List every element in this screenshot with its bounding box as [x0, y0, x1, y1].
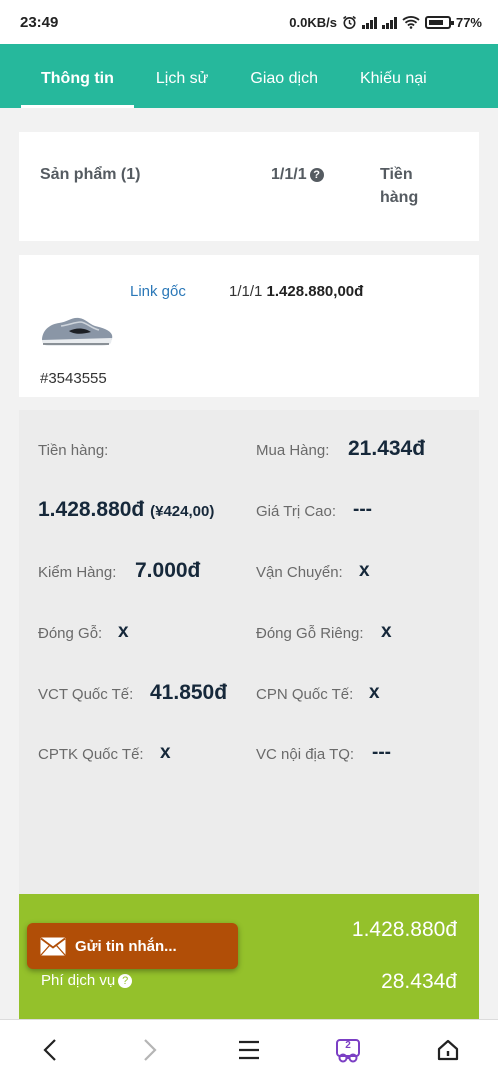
product-thumbnail[interactable] [39, 313, 115, 351]
quantity-header-label: 1/1/1 [271, 166, 307, 183]
home-button[interactable] [428, 1032, 468, 1068]
original-link[interactable]: Link gốc [130, 283, 186, 300]
battery-icon [424, 15, 454, 29]
private-wood-packing-value: x [381, 621, 392, 642]
amount-header-line1: Tiền [380, 166, 413, 183]
menu-icon [239, 1040, 259, 1060]
amount-header-line2: hàng [380, 189, 419, 206]
high-value-value: --- [353, 499, 372, 520]
purchase-fee-label: Mua Hàng: [256, 442, 330, 459]
product-table-header: Sản phẩm (1) 1/1/1? Tiền hàng [19, 132, 479, 241]
product-code: #3543555 [40, 370, 107, 387]
intl-saving-label: CPTK Quốc Tế: [38, 746, 144, 763]
product-count-header: Sản phẩm (1) [40, 166, 141, 183]
tabs-button[interactable]: 2 [328, 1032, 368, 1068]
goods-amount-value: 1.428.880đ (¥424,00) [38, 498, 214, 522]
goods-amount-vnd: 1.428.880đ [38, 498, 145, 521]
tab-transactions[interactable]: Giao dịch [229, 44, 339, 108]
status-indicators: 0.0KB/s 77% [289, 15, 482, 30]
wood-packing-value: x [118, 621, 129, 642]
shipping-value: x [359, 560, 370, 581]
product-row: Link gốc 1/1/1 1.428.880,00đ #3543555 [19, 255, 479, 397]
tab-info[interactable]: Thông tin [20, 44, 135, 108]
china-domestic-shipping-value: --- [372, 742, 391, 763]
tabs-count: 2 [345, 1040, 351, 1051]
browser-nav-bar: 2 [0, 1019, 498, 1080]
goods-amount-label: Tiền hàng: [38, 442, 109, 459]
forward-button[interactable] [130, 1032, 170, 1068]
service-fee-label-text: Phí dịch vụ [41, 972, 116, 989]
net-speed: 0.0KB/s [289, 14, 337, 30]
help-icon[interactable]: ? [118, 974, 133, 988]
tab-history[interactable]: Lịch sử [135, 44, 230, 108]
status-time: 23:49 [20, 13, 59, 31]
chevron-left-icon [43, 1039, 56, 1061]
intl-shipping-label: VCT Quốc Tế: [38, 686, 134, 703]
fee-summary: Tiền hàng: 1.428.880đ (¥424,00) Mua Hàng… [19, 410, 479, 894]
wifi-icon [402, 16, 420, 29]
private-wood-packing-label: Đóng Gỗ Riêng: [256, 625, 364, 642]
signal-icon [381, 16, 397, 29]
product-price: 1.428.880,00đ [266, 283, 364, 300]
product-quantity: 1/1/1 [229, 283, 263, 300]
help-icon[interactable]: ? [309, 168, 324, 182]
send-message-label: Gửi tin nhắn... [75, 937, 177, 955]
shipping-label: Vận Chuyển: [256, 564, 343, 581]
wood-packing-label: Đóng Gỗ: [38, 625, 103, 642]
goods-total-value: 1.428.880đ [351, 918, 457, 941]
inspection-fee-label: Kiểm Hàng: [38, 564, 117, 581]
product-quantity-price: 1/1/1 1.428.880,00đ [229, 283, 363, 300]
service-fee-label: Phí dịch vụ? [41, 972, 133, 989]
intl-saving-value: x [160, 742, 171, 763]
order-detail-screen: 23:49 0.0KB/s 77% Thông tin Lịch sử Giao… [0, 0, 498, 1080]
menu-button[interactable] [229, 1032, 269, 1068]
status-bar: 23:49 0.0KB/s 77% [0, 0, 498, 44]
inspection-fee-value: 7.000đ [135, 559, 201, 582]
high-value-label: Giá Trị Cao: [256, 503, 337, 520]
goods-amount-cny: (¥424,00) [150, 503, 215, 520]
tab-bar: Thông tin Lịch sử Giao dịch Khiếu nại [0, 44, 498, 108]
service-fee-value: 28.434đ [381, 970, 457, 993]
envelope-icon [40, 937, 66, 955]
home-icon [437, 1039, 459, 1061]
send-message-button[interactable]: Gửi tin nhắn... [27, 923, 238, 969]
chevron-right-icon [144, 1039, 157, 1061]
china-domestic-shipping-label: VC nội địa TQ: [256, 746, 355, 763]
intl-express-value: x [369, 682, 380, 703]
tab-complaints[interactable]: Khiếu nại [339, 44, 448, 108]
intl-shipping-value: 41.850đ [150, 681, 228, 704]
back-button[interactable] [30, 1032, 70, 1068]
battery-level: 77% [455, 14, 482, 30]
signal-icon [361, 16, 377, 29]
intl-express-label: CPN Quốc Tế: [256, 686, 354, 703]
purchase-fee-value: 21.434đ [348, 437, 426, 460]
quantity-header: 1/1/1? [271, 166, 324, 184]
alarm-icon [343, 15, 356, 29]
